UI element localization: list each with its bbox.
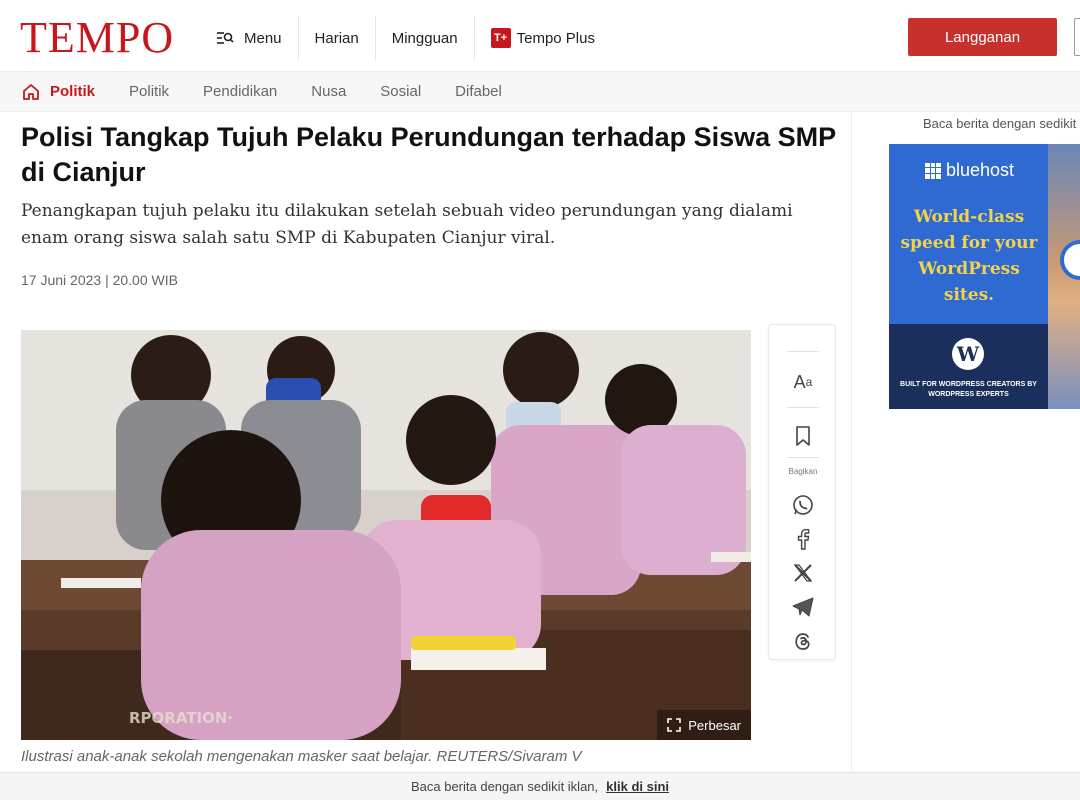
ad-blue-panel: bluehost World-class speed for your Word…	[889, 144, 1048, 324]
tempo-logo[interactable]: TEMPO	[20, 14, 174, 62]
rail-divider	[787, 407, 819, 408]
tempo-plus-icon: T+	[490, 28, 511, 48]
tab-pendidikan[interactable]: Pendidikan	[203, 83, 277, 100]
ad-free-link[interactable]: klik di sini	[606, 779, 669, 794]
menu-search-icon	[216, 30, 234, 46]
facebook-icon[interactable]	[790, 526, 816, 552]
ad-free-bar: Baca berita dengan sedikit iklan, klik d…	[0, 772, 1080, 800]
category-subnav: Politik Politik Pendidikan Nusa Sosial D…	[0, 72, 1080, 112]
main-nav: Menu Harian Mingguan T+ Tempo Plus	[200, 16, 611, 60]
subscribe-button[interactable]: Langganan	[908, 18, 1057, 56]
wordpress-icon: W	[952, 338, 984, 370]
ad-headline: World-class speed for your WordPress sit…	[900, 207, 1038, 305]
nav-tempo-plus-label: Tempo Plus	[516, 29, 595, 47]
article-title: Polisi Tangkap Tujuh Pelaku Perundungan …	[21, 122, 836, 187]
bluehost-grid-icon	[925, 162, 941, 179]
x-icon[interactable]	[790, 560, 816, 586]
svg-text:RPORATION·: RPORATION·	[129, 709, 233, 727]
tab-difabel[interactable]: Difabel	[455, 83, 502, 100]
classroom-photo-illustration: RPORATION·	[21, 330, 751, 740]
share-rail: Aa Bagikan	[768, 324, 836, 660]
font-size-icon-small: a	[805, 375, 813, 389]
rail-divider	[787, 351, 819, 352]
nav-menu-label: Menu	[244, 29, 282, 47]
threads-icon[interactable]	[790, 628, 816, 654]
rail-divider	[787, 457, 819, 458]
photo-caption: Ilustrasi anak-anak sekolah mengenakan m…	[21, 748, 582, 765]
article: Polisi Tangkap Tujuh Pelaku Perundungan …	[0, 112, 852, 772]
ad-brand-label: bluehost	[946, 160, 1015, 180]
font-size-icon-big: A	[793, 371, 806, 392]
nav-tempo-plus[interactable]: T+ Tempo Plus	[475, 16, 611, 60]
font-size-icon[interactable]: Aa	[790, 369, 816, 395]
site-header: TEMPO Menu Harian Mingguan T+ Tempo Plus…	[0, 0, 1080, 72]
fullscreen-icon	[667, 718, 682, 732]
article-lead: Penangkapan tujuh pelaku itu dilakukan s…	[21, 201, 793, 248]
tab-politik-active[interactable]: Politik	[50, 83, 95, 100]
share-label: Bagikan	[788, 467, 818, 476]
tab-sosial[interactable]: Sosial	[380, 83, 421, 100]
enlarge-label: Perbesar	[688, 717, 741, 733]
ad-tagline: BUILT FOR WORDPRESS CREATORS BY WORDPRES…	[900, 381, 1037, 398]
home-icon[interactable]	[22, 83, 40, 101]
bluehost-ad[interactable]: bluehost World-class speed for your Word…	[889, 144, 1080, 409]
wordpress-badge-icon	[1060, 240, 1080, 280]
nav-harian[interactable]: Harian	[299, 16, 376, 60]
telegram-icon[interactable]	[790, 594, 816, 620]
nav-mingguan[interactable]: Mingguan	[376, 16, 475, 60]
login-button-edge[interactable]	[1074, 18, 1080, 56]
ad-bottom-panel: W BUILT FOR WORDPRESS CREATORS BY WORDPR…	[889, 324, 1048, 409]
article-date: 17 Juni 2023 | 20.00 WIB	[21, 272, 178, 288]
ad-image-strip	[1048, 144, 1080, 409]
nav-menu[interactable]: Menu	[200, 16, 299, 60]
article-photo[interactable]: RPORATION· Perbesar	[21, 330, 751, 740]
whatsapp-icon[interactable]	[790, 492, 816, 518]
bookmark-icon[interactable]	[790, 423, 816, 449]
tab-nusa[interactable]: Nusa	[311, 83, 346, 100]
tab-politik[interactable]: Politik	[129, 83, 169, 100]
enlarge-button[interactable]: Perbesar	[657, 710, 751, 740]
ad-brand: bluehost	[925, 160, 1014, 181]
ad-notice-top: Baca berita dengan sedikit ik	[923, 116, 1080, 131]
ad-free-text: Baca berita dengan sedikit iklan,	[410, 779, 599, 794]
